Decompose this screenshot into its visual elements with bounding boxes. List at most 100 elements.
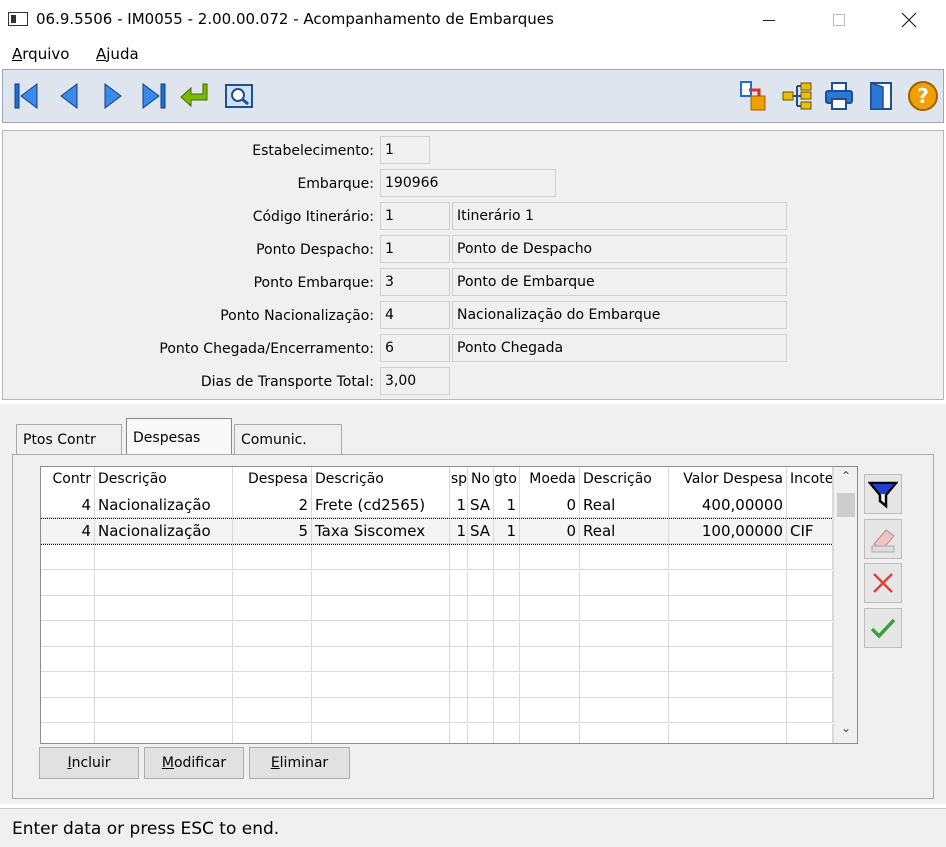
empty-cell bbox=[468, 723, 494, 743]
empty-cell bbox=[580, 621, 669, 647]
empty-cell bbox=[95, 621, 233, 647]
empty-cell bbox=[787, 545, 833, 570]
confirm-button[interactable] bbox=[864, 608, 902, 648]
empty-cell bbox=[580, 596, 669, 621]
empty-cell bbox=[580, 672, 669, 698]
col-header-sp[interactable]: sp bbox=[450, 467, 468, 493]
empty-cell bbox=[233, 723, 312, 743]
ponto-nacionalizacao-field[interactable]: 4 bbox=[380, 301, 450, 329]
maximize-icon bbox=[833, 14, 845, 26]
table-row-empty[interactable] bbox=[41, 723, 833, 743]
dias-transporte-field[interactable]: 3,00 bbox=[380, 367, 450, 395]
empty-cell bbox=[312, 621, 450, 647]
empty-cell bbox=[450, 723, 468, 743]
empty-cell bbox=[787, 723, 833, 743]
table-row-empty[interactable] bbox=[41, 647, 833, 672]
codigo-itinerario-field[interactable]: 1 bbox=[380, 202, 450, 230]
last-record-icon[interactable] bbox=[137, 80, 169, 112]
tab-despesas[interactable]: Despesas bbox=[126, 418, 232, 454]
modificar-button[interactable]: Modificar bbox=[144, 747, 244, 779]
empty-cell bbox=[468, 596, 494, 621]
scroll-down-icon[interactable]: ⌄ bbox=[834, 721, 857, 743]
first-record-icon[interactable] bbox=[11, 80, 43, 112]
empty-cell bbox=[669, 596, 787, 621]
codigo-itinerario-desc: Itinerário 1 bbox=[452, 202, 787, 230]
table-row-empty[interactable] bbox=[41, 698, 833, 723]
cell-contr: 4 bbox=[41, 519, 95, 544]
tab-comunic[interactable]: Comunic. bbox=[234, 424, 342, 454]
tree-structure-icon[interactable] bbox=[781, 80, 813, 112]
col-header-no[interactable]: No bbox=[468, 467, 494, 493]
empty-cell bbox=[450, 698, 468, 723]
cell-no: SA bbox=[468, 493, 494, 518]
document-export-icon[interactable] bbox=[737, 80, 769, 112]
eraser-icon bbox=[871, 529, 895, 553]
scroll-up-icon[interactable]: ⌃ bbox=[834, 469, 857, 491]
ponto-chegada-field[interactable]: 6 bbox=[380, 334, 450, 362]
empty-cell bbox=[494, 723, 520, 743]
col-header-contr[interactable]: Contr bbox=[41, 467, 95, 493]
col-header-valor-despesa[interactable]: Valor Despesa bbox=[669, 467, 787, 493]
ponto-chegada-desc: Ponto Chegada bbox=[452, 334, 787, 362]
empty-cell bbox=[787, 570, 833, 596]
menu-arquivo[interactable]: Arquivo bbox=[12, 45, 69, 63]
label-ponto-chegada: Ponto Chegada/Encerramento: bbox=[159, 341, 374, 357]
estabelecimento-field[interactable]: 1 bbox=[380, 136, 430, 164]
despesas-grid[interactable]: Contr Descrição Despesa Descrição sp No … bbox=[40, 466, 858, 744]
ponto-embarque-field[interactable]: 3 bbox=[380, 268, 450, 296]
status-text: Enter data or press ESC to end. bbox=[12, 819, 280, 839]
clear-button[interactable] bbox=[864, 519, 902, 559]
empty-cell bbox=[580, 647, 669, 672]
previous-record-icon[interactable] bbox=[53, 80, 85, 112]
empty-cell bbox=[450, 545, 468, 570]
next-record-icon[interactable] bbox=[97, 80, 129, 112]
table-row-empty[interactable] bbox=[41, 545, 833, 570]
col-header-despesa[interactable]: Despesa bbox=[233, 467, 312, 493]
cell-descricao-3: Real bbox=[580, 493, 669, 518]
ponto-nacionalizacao-desc: Nacionalização do Embarque bbox=[452, 301, 787, 329]
tab-ptos-contr[interactable]: Ptos Contr bbox=[16, 424, 122, 454]
print-icon[interactable] bbox=[823, 80, 855, 112]
empty-cell bbox=[95, 647, 233, 672]
delete-x-icon bbox=[873, 573, 893, 593]
minimize-button[interactable] bbox=[746, 0, 792, 40]
empty-cell bbox=[312, 672, 450, 698]
col-header-descricao-2[interactable]: Descrição bbox=[312, 467, 450, 493]
empty-cell bbox=[580, 723, 669, 743]
empty-cell bbox=[233, 545, 312, 570]
menu-ajuda[interactable]: Ajuda bbox=[96, 45, 139, 63]
close-button[interactable] bbox=[886, 0, 932, 40]
col-header-descricao-1[interactable]: Descrição bbox=[95, 467, 233, 493]
cell-despesa: 5 bbox=[233, 519, 312, 544]
table-row-empty[interactable] bbox=[41, 672, 833, 698]
incluir-button[interactable]: Incluir bbox=[39, 747, 139, 779]
ponto-despacho-field[interactable]: 1 bbox=[380, 235, 450, 263]
return-icon[interactable] bbox=[179, 80, 211, 112]
close-icon bbox=[901, 12, 917, 28]
filter-button[interactable] bbox=[864, 474, 902, 514]
table-row-empty[interactable] bbox=[41, 621, 833, 647]
col-header-gto[interactable]: gto bbox=[494, 467, 520, 493]
eliminar-button[interactable]: Eliminar bbox=[249, 747, 350, 779]
empty-cell bbox=[580, 545, 669, 570]
col-header-descricao-3[interactable]: Descrição bbox=[580, 467, 669, 493]
col-header-incoterm[interactable]: Incote bbox=[787, 467, 833, 493]
grid-vertical-scrollbar[interactable]: ⌃ ⌄ bbox=[833, 467, 857, 743]
empty-cell bbox=[450, 647, 468, 672]
help-icon[interactable]: ? bbox=[907, 80, 939, 112]
table-row-selected[interactable]: 4 Nacionalização 5 Taxa Siscomex 1 SA 1 … bbox=[41, 518, 834, 545]
scroll-thumb[interactable] bbox=[837, 493, 855, 517]
empty-cell bbox=[520, 545, 580, 570]
col-header-moeda[interactable]: Moeda bbox=[520, 467, 580, 493]
table-row-empty[interactable] bbox=[41, 596, 833, 621]
exit-door-icon[interactable] bbox=[865, 80, 897, 112]
maximize-button[interactable] bbox=[816, 0, 862, 40]
filter-funnel-icon bbox=[868, 481, 898, 509]
table-row[interactable]: 4 Nacionalização 2 Frete (cd2565) 1 SA 1… bbox=[41, 493, 833, 518]
cell-incoterm bbox=[787, 493, 833, 518]
zoom-search-icon[interactable] bbox=[223, 80, 255, 112]
delete-button[interactable] bbox=[864, 563, 902, 603]
empty-cell bbox=[41, 545, 95, 570]
embarque-field[interactable]: 190966 bbox=[380, 169, 556, 197]
table-row-empty[interactable] bbox=[41, 570, 833, 596]
